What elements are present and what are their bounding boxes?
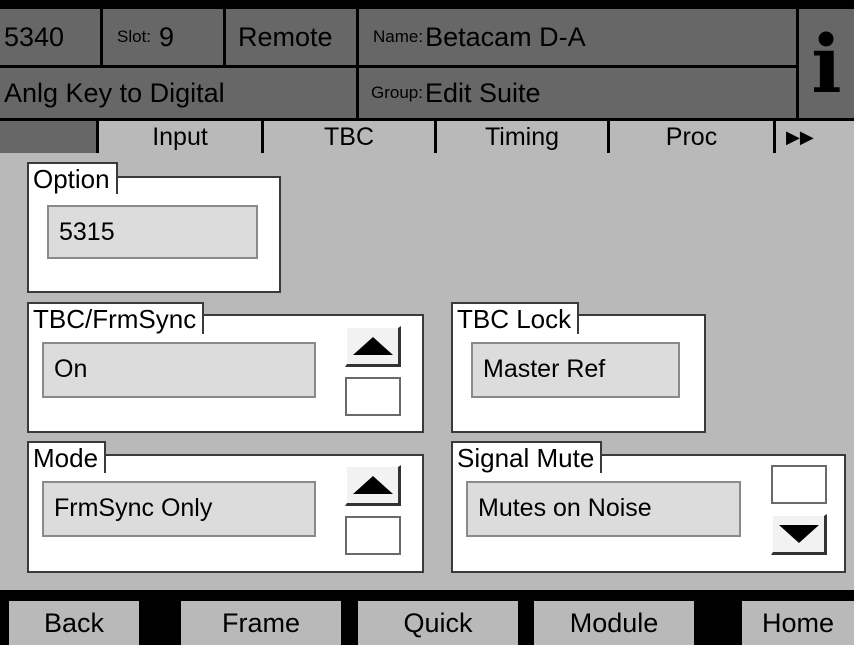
back-button[interactable]: Back xyxy=(9,601,139,645)
mode-field[interactable]: FrmSync Only xyxy=(42,481,316,537)
quick-button[interactable]: Quick xyxy=(358,601,518,645)
group-value: Edit Suite xyxy=(424,77,541,108)
module-button[interactable]: Module xyxy=(534,601,694,645)
frame-button[interactable]: Frame xyxy=(181,601,341,645)
name-cell: Name: Betacam D-A xyxy=(359,9,796,65)
mode-legend: Mode xyxy=(27,441,107,473)
mode-down-slot[interactable] xyxy=(345,516,401,555)
subtitle-cell: Anlg Key to Digital xyxy=(0,68,356,118)
tbc-lock-field[interactable]: Master Ref xyxy=(471,342,680,398)
tab-spacer xyxy=(0,121,96,153)
option-legend: Option xyxy=(27,162,118,194)
quick-label: Quick xyxy=(403,608,473,638)
model-number: 5340 xyxy=(4,21,65,52)
group-cell: Group: Edit Suite xyxy=(359,68,796,118)
tbc-frmsync-up-button[interactable] xyxy=(345,326,401,367)
tbc-lock-legend: TBC Lock xyxy=(451,302,580,334)
double-arrow-icon: ▶▶ xyxy=(786,127,814,147)
model-cell: 5340 xyxy=(0,9,100,65)
tab-tbc[interactable]: TBC xyxy=(264,121,434,153)
tab-proc-label: Proc xyxy=(665,123,718,151)
up-arrow-icon xyxy=(352,337,393,355)
mode-cell: Remote xyxy=(226,9,356,65)
home-button[interactable]: Home xyxy=(742,601,854,645)
tab-input-label: Input xyxy=(152,123,208,151)
slot-value: 9 xyxy=(159,21,175,52)
back-label: Back xyxy=(43,608,105,638)
slot-cell: Slot: 9 xyxy=(103,9,223,65)
up-arrow-icon xyxy=(352,476,393,494)
tbc-frmsync-field[interactable]: On xyxy=(42,342,316,398)
tab-more[interactable]: ▶▶ xyxy=(776,121,854,153)
tbc-frmsync-legend: TBC/FrmSync xyxy=(27,302,205,334)
tab-proc[interactable]: Proc xyxy=(610,121,773,153)
mode-up-button[interactable] xyxy=(345,465,401,506)
slot-label: Slot: xyxy=(117,27,152,46)
option-field[interactable]: 5315 xyxy=(47,205,258,259)
tab-timing[interactable]: Timing xyxy=(437,121,607,153)
tbc-frmsync-down-slot[interactable] xyxy=(345,377,401,416)
signal-mute-legend: Signal Mute xyxy=(451,441,603,473)
module-label: Module xyxy=(569,608,659,638)
frame-label: Frame xyxy=(221,608,300,638)
signal-mute-down-button[interactable] xyxy=(771,514,827,555)
tab-input[interactable]: Input xyxy=(99,121,261,153)
signal-mute-field[interactable]: Mutes on Noise xyxy=(466,481,741,537)
info-icon: i xyxy=(811,16,842,111)
module-subtitle: Anlg Key to Digital xyxy=(4,77,225,108)
home-label: Home xyxy=(761,608,835,638)
group-label: Group: xyxy=(371,83,423,102)
info-button[interactable]: i xyxy=(799,9,854,118)
tab-timing-label: Timing xyxy=(484,123,560,151)
tab-tbc-label: TBC xyxy=(324,123,374,151)
down-arrow-icon xyxy=(778,525,819,543)
remote-status: Remote xyxy=(238,21,333,52)
name-value: Betacam D-A xyxy=(425,21,586,52)
name-label: Name: xyxy=(373,27,424,46)
signal-mute-up-slot[interactable] xyxy=(771,465,827,504)
